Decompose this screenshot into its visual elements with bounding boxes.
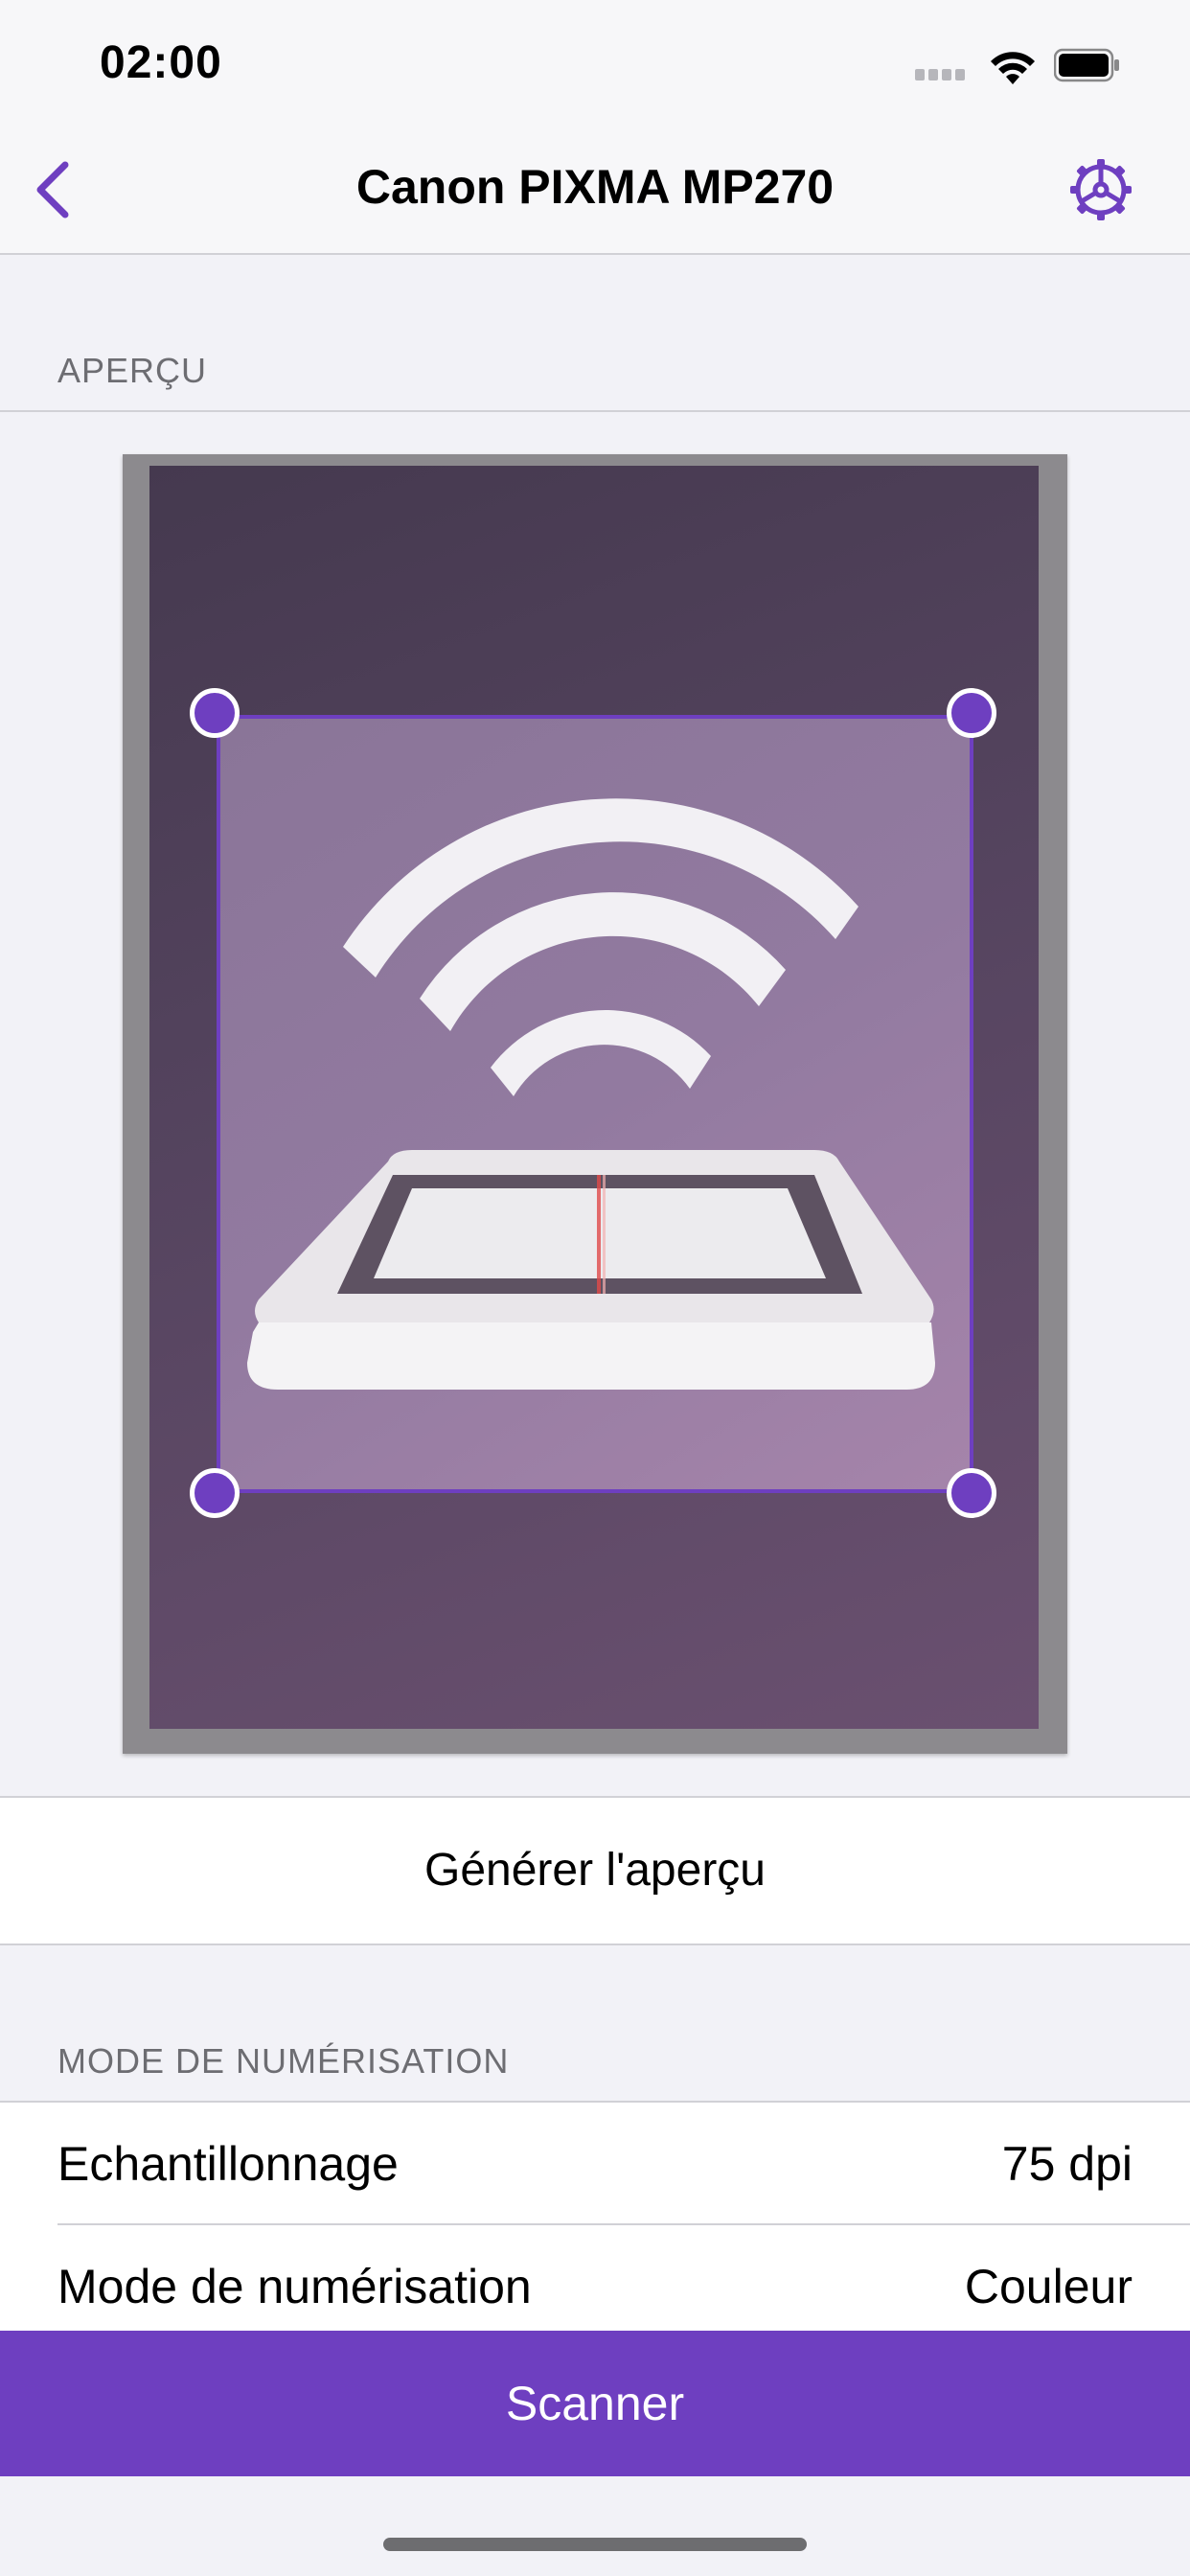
color-mode-row[interactable]: Mode de numérisation Couleur xyxy=(0,2225,1190,2348)
resolution-label: Echantillonnage xyxy=(57,2137,399,2191)
resolution-value: 75 dpi xyxy=(1001,2137,1133,2191)
generate-preview-label: Générer l'aperçu xyxy=(423,1845,766,1896)
status-bar: 02:00 xyxy=(0,0,1190,125)
generate-preview-button[interactable]: Générer l'aperçu xyxy=(0,1796,1190,1945)
color-mode-value: Couleur xyxy=(964,2260,1133,2313)
cellular-signal-icon xyxy=(915,69,971,82)
page-title: Canon PIXMA MP270 xyxy=(355,160,835,214)
navigation-bar: Canon PIXMA MP270 xyxy=(0,125,1190,255)
gear-icon[interactable] xyxy=(1066,155,1135,224)
battery-icon xyxy=(1054,48,1119,82)
crop-handle-bottom-left[interactable] xyxy=(190,1468,240,1518)
crop-handle-bottom-right[interactable] xyxy=(947,1468,996,1518)
home-indicator[interactable] xyxy=(383,2538,807,2551)
crop-handle-top-right[interactable] xyxy=(947,688,996,738)
preview-section-label: APERÇU xyxy=(57,351,208,390)
crop-handle-top-left[interactable] xyxy=(190,688,240,738)
scan-button[interactable]: Scanner xyxy=(0,2331,1190,2476)
color-mode-label: Mode de numérisation xyxy=(57,2260,532,2313)
resolution-row[interactable]: Echantillonnage 75 dpi xyxy=(0,2103,1190,2225)
status-time: 02:00 xyxy=(100,37,222,88)
scan-mode-section-label: MODE DE NUMÉRISATION xyxy=(57,2041,510,2081)
scanner-wifi-illustration xyxy=(247,798,935,1390)
scan-button-label: Scanner xyxy=(505,2377,685,2430)
wifi-icon xyxy=(991,52,1035,84)
divider xyxy=(0,410,1190,412)
crop-area[interactable] xyxy=(217,715,973,1493)
